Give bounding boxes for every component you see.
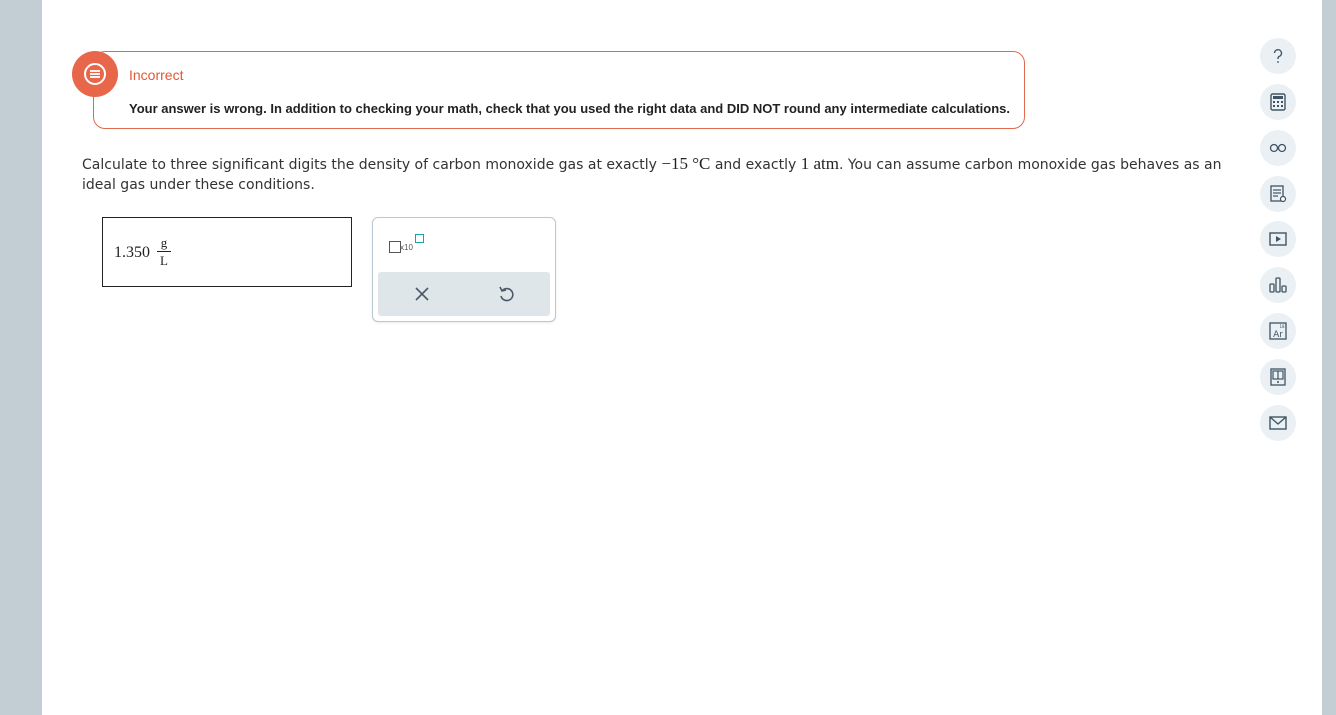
help-icon <box>1273 49 1283 63</box>
feedback-chat-icon <box>72 51 118 97</box>
glasses-button[interactable] <box>1260 130 1296 166</box>
question-text-2: and exactly <box>710 157 801 173</box>
reference-icon <box>1270 368 1286 386</box>
mail-button[interactable] <box>1260 405 1296 441</box>
feedback-message: Your answer is wrong. In addition to che… <box>129 101 1011 116</box>
scientific-notation-button[interactable]: x10 <box>387 234 427 260</box>
main-page: Incorrect Your answer is wrong. In addit… <box>42 0 1322 715</box>
question-text: Calculate to three significant digits th… <box>82 154 1222 195</box>
help-button[interactable] <box>1260 38 1296 74</box>
glasses-icon <box>1269 143 1287 153</box>
math-palette: x10 <box>372 217 556 322</box>
exponent-box-icon <box>415 234 424 243</box>
answer-unit-denominator: L <box>160 253 168 268</box>
periodic-table-icon: Ar 18 <box>1269 322 1287 340</box>
notes-icon <box>1270 185 1287 203</box>
clear-button[interactable] <box>412 284 432 304</box>
periodic-table-button[interactable]: Ar 18 <box>1260 313 1296 349</box>
answer-value: 1.350 <box>114 244 150 261</box>
reference-button[interactable] <box>1260 359 1296 395</box>
undo-icon <box>499 286 514 302</box>
answer-unit-numerator: g <box>160 235 168 250</box>
chart-button[interactable] <box>1260 267 1296 303</box>
svg-text:Ar: Ar <box>1273 330 1283 340</box>
calculator-icon <box>1270 93 1286 111</box>
feedback-panel: Incorrect Your answer is wrong. In addit… <box>93 51 1025 129</box>
answer-input[interactable]: 1.350 g L <box>102 217 352 287</box>
question-text-1: Calculate to three significant digits th… <box>82 157 662 173</box>
fraction-bar <box>157 251 171 252</box>
undo-button[interactable] <box>496 284 516 304</box>
video-icon <box>1269 232 1287 246</box>
close-icon <box>415 287 429 301</box>
notes-button[interactable] <box>1260 176 1296 212</box>
video-button[interactable] <box>1260 221 1296 257</box>
x10-label: x10 <box>400 243 413 252</box>
palette-actions <box>378 272 550 316</box>
svg-text:18: 18 <box>1279 324 1285 329</box>
feedback-title: Incorrect <box>129 67 184 83</box>
calculator-button[interactable] <box>1260 84 1296 120</box>
question-pressure: 1 atm <box>800 154 839 173</box>
chart-icon <box>1269 277 1287 293</box>
answer-unit: g L <box>157 236 171 268</box>
question-temperature: −15 °C <box>661 154 711 173</box>
mail-icon <box>1269 416 1287 430</box>
